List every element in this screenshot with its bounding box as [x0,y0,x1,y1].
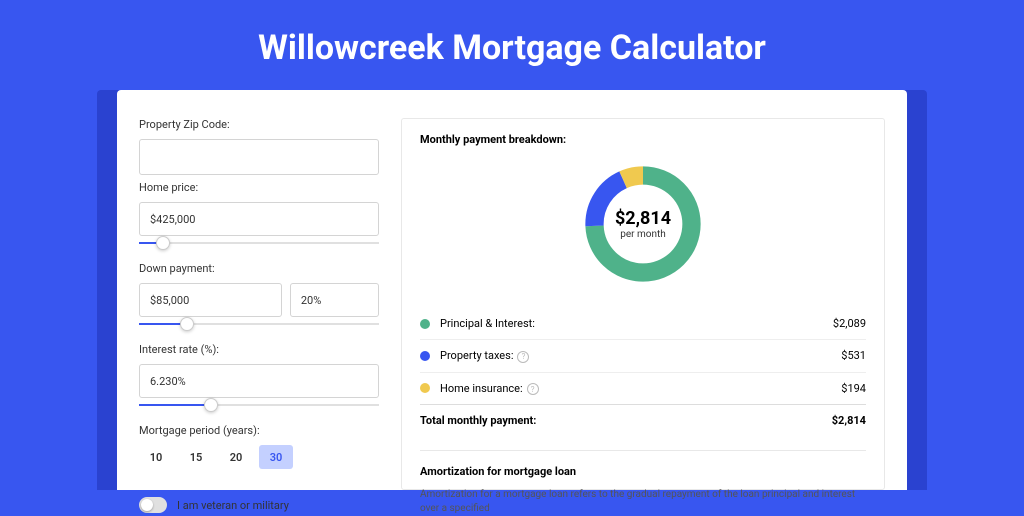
donut-amount: $2,814 [615,208,671,229]
zip-label: Property Zip Code: [139,118,379,131]
rate-label: Interest rate (%): [139,343,379,356]
legend-value: $194 [841,382,866,395]
rate-slider-fill [139,404,211,406]
period-30[interactable]: 30 [259,445,293,469]
input-panel: Property Zip Code: Home price: Down paym… [139,118,379,490]
legend-row: Principal & Interest:$2,089 [420,308,866,339]
zip-input[interactable] [139,139,379,175]
rate-input[interactable] [139,364,379,398]
legend-row: Property taxes:?$531 [420,339,866,372]
legend-label: Principal & Interest: [440,317,833,330]
veteran-label: I am veteran or military [177,499,289,512]
legend-value: $531 [841,349,866,362]
page-title: Willowcreek Mortgage Calculator [0,0,1024,90]
rate-slider[interactable] [139,404,379,406]
toggle-knob [141,499,153,511]
price-slider-thumb[interactable] [156,236,170,250]
dp-slider[interactable] [139,323,379,325]
period-10[interactable]: 10 [139,445,173,469]
period-20[interactable]: 20 [219,445,253,469]
rate-slider-thumb[interactable] [204,398,218,412]
legend-dot [420,383,430,393]
amortization-section: Amortization for mortgage loan Amortizat… [420,450,866,516]
legend-label: Property taxes:? [440,349,841,363]
period-15[interactable]: 15 [179,445,213,469]
total-value: $2,814 [832,414,866,427]
total-label: Total monthly payment: [420,414,832,427]
info-icon[interactable]: ? [527,383,539,395]
price-label: Home price: [139,181,379,194]
donut-sub: per month [620,229,666,240]
price-input[interactable] [139,202,379,236]
price-slider[interactable] [139,242,379,244]
legend-value: $2,089 [833,317,866,330]
dp-percent-input[interactable] [290,283,379,317]
legend-dot [420,319,430,329]
veteran-toggle[interactable] [139,497,167,513]
dp-amount-input[interactable] [139,283,282,317]
breakdown-panel: Monthly payment breakdown: $2,814 per mo… [401,118,885,490]
info-icon[interactable]: ? [517,351,529,363]
dp-slider-thumb[interactable] [180,317,194,331]
donut-chart: $2,814 per month [579,160,707,288]
breakdown-title: Monthly payment breakdown: [420,133,866,146]
amort-title: Amortization for mortgage loan [420,465,866,478]
legend-dot [420,351,430,361]
calculator-card: Property Zip Code: Home price: Down paym… [117,90,907,490]
dp-label: Down payment: [139,262,379,275]
legend-row: Home insurance:?$194 [420,372,866,405]
period-selector: 10152030 [139,445,379,469]
legend-label: Home insurance:? [440,382,841,396]
period-label: Mortgage period (years): [139,424,379,437]
